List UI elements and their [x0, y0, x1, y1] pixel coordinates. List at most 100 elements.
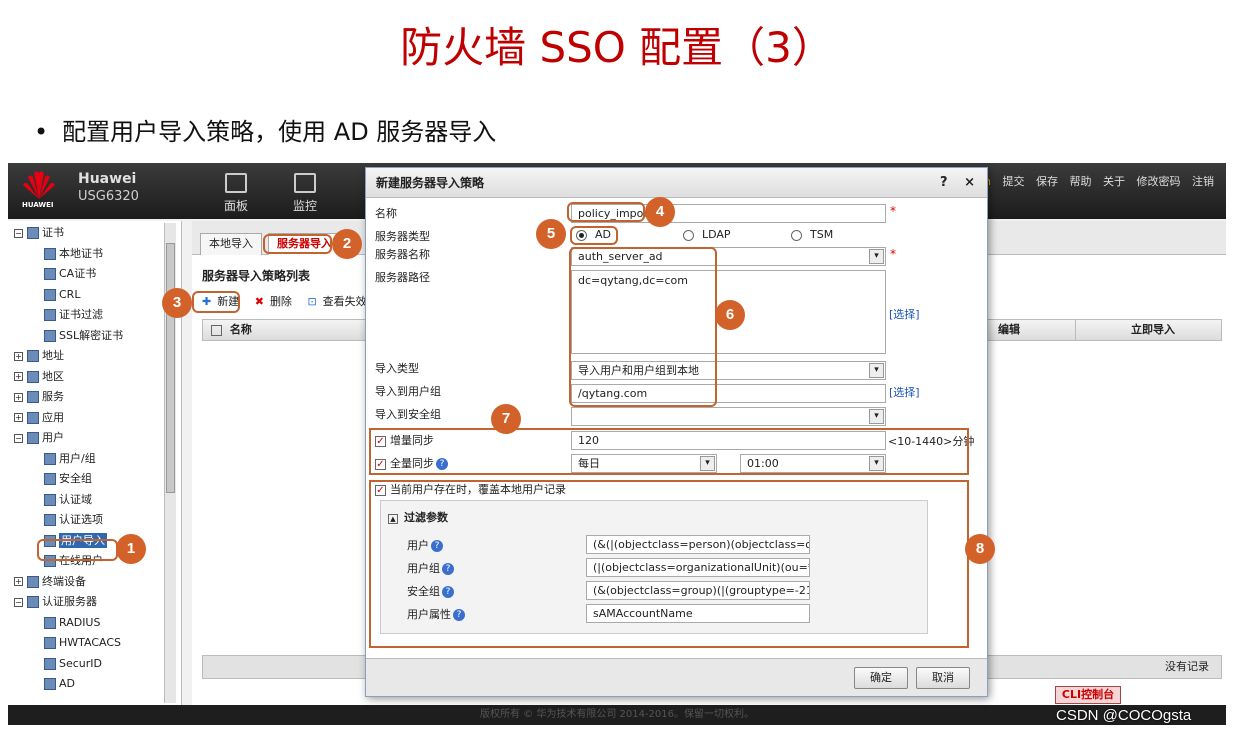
tree-item[interactable]: + 地区 [8, 367, 181, 388]
chevron-down-icon: ▾ [869, 456, 884, 471]
delete-button[interactable]: ✖ 删除 [255, 295, 298, 308]
filter-input[interactable]: (&(objectclass=group)(|(grouptype=-21474… [586, 581, 810, 600]
tab-server-import[interactable]: 服务器导入 [268, 233, 341, 255]
help-icon[interactable]: ? [436, 458, 448, 470]
tree-item[interactable]: SSL解密证书 [8, 326, 181, 347]
help-icon[interactable]: ? [453, 609, 465, 621]
top-link-change-password[interactable]: 修改密码 [1137, 175, 1181, 188]
tab-local-import[interactable]: 本地导入 [200, 233, 262, 255]
collapse-icon[interactable]: − [14, 597, 23, 607]
close-icon[interactable]: × [964, 175, 975, 190]
import-type-select[interactable]: 导入用户和用户组到本地 ▾ [571, 361, 886, 380]
help-icon[interactable]: ? [940, 175, 948, 190]
filter-label: 安全组? [407, 583, 454, 599]
dashboard-icon [225, 173, 247, 193]
cancel-button[interactable]: 取消 [916, 667, 970, 689]
tree-item-label: 证书过滤 [59, 308, 103, 321]
import-group-select-link[interactable]: [选择] [889, 384, 920, 400]
tree-item-label: 认证选项 [59, 513, 103, 526]
tree-node-icon [27, 391, 39, 403]
top-link-about[interactable]: 关于 [1103, 175, 1125, 188]
cli-console-button[interactable]: CLI控制台 [1055, 686, 1121, 704]
radio-ad[interactable]: AD [576, 228, 611, 241]
expand-icon[interactable]: + [14, 351, 23, 361]
tree-item[interactable]: 用户导入 [8, 531, 181, 552]
name-input[interactable]: policy_import [571, 204, 886, 223]
help-icon[interactable]: ? [431, 540, 443, 552]
radio-ldap[interactable]: LDAP [683, 228, 731, 241]
overwrite-checkbox[interactable]: ✓ 当前用户存在时，覆盖本地用户记录 [375, 481, 566, 497]
scrollbar-thumb[interactable] [166, 243, 175, 493]
tree-item[interactable]: CRL [8, 285, 181, 306]
new-button[interactable]: ✚ 新建 [202, 295, 245, 308]
tree-item[interactable]: RADIUS [8, 613, 181, 634]
tree-node-icon [44, 473, 56, 485]
inc-sync-checkbox[interactable]: ✓ 增量同步 [375, 432, 434, 448]
filter-input[interactable]: sAMAccountName [586, 604, 810, 623]
tree-node-icon [27, 370, 39, 383]
step-badge-1: 1 [116, 534, 146, 564]
delete-icon: ✖ [254, 295, 264, 308]
collapse-icon[interactable]: − [14, 228, 23, 238]
chevron-down-icon: ▾ [869, 249, 884, 264]
tree-item[interactable]: 本地证书 [8, 244, 181, 265]
tree-item[interactable]: 认证选项 [8, 510, 181, 531]
select-all-checkbox[interactable] [211, 324, 222, 336]
help-icon[interactable]: ? [442, 586, 454, 598]
inc-sync-input[interactable]: 120 [571, 431, 886, 450]
top-link-logout[interactable]: 注销 [1192, 175, 1214, 188]
nav-dashboard[interactable]: 面板 [211, 173, 261, 214]
import-type-label: 导入类型 [375, 362, 419, 375]
expand-icon[interactable]: + [14, 413, 23, 422]
checkbox-checked-icon: ✓ [375, 458, 386, 470]
tree-item[interactable]: 安全组 [8, 469, 181, 490]
tree-item[interactable]: 证书过滤 [8, 305, 181, 326]
radio-ldap-icon [683, 229, 694, 241]
step-badge-2: 2 [332, 229, 362, 259]
top-link-help[interactable]: 帮助 [1070, 175, 1092, 188]
tree-item[interactable]: + 终端设备 [8, 572, 181, 593]
tree-item[interactable]: − 用户 [8, 428, 181, 449]
expand-icon[interactable]: + [14, 392, 23, 402]
tree-item[interactable]: 用户/组 [8, 449, 181, 470]
expand-icon[interactable]: + [14, 372, 23, 381]
expand-icon[interactable]: + [14, 577, 23, 586]
tree-item[interactable]: − 证书 [8, 223, 181, 244]
tree-item[interactable]: + 应用 [8, 408, 181, 429]
filter-input[interactable]: (|(objectclass=organizationalUnit)(ou=*)… [586, 558, 810, 577]
tree-item[interactable]: 在线用户 [8, 551, 181, 572]
full-sync-checkbox[interactable]: ✓ 全量同步? [375, 455, 448, 471]
filter-input[interactable]: (&(|(objectclass=person)(objectclass=org… [586, 535, 810, 554]
radio-tsm[interactable]: TSM [791, 228, 833, 241]
collapse-icon[interactable]: − [14, 433, 23, 443]
tree-item[interactable]: CA证书 [8, 264, 181, 285]
help-icon[interactable]: ? [442, 563, 454, 575]
ok-button[interactable]: 确定 [854, 667, 908, 689]
server-name-select[interactable]: auth_server_ad ▾ [571, 247, 886, 266]
tree-item-label: 用户 [42, 431, 64, 444]
tree-node-icon [44, 247, 56, 260]
full-sync-freq-select[interactable]: 每日 ▾ [571, 454, 717, 473]
plus-icon: ✚ [202, 295, 212, 308]
filter-params-toggle[interactable]: ▲ 过滤参数 [388, 509, 448, 525]
full-sync-time-select[interactable]: 01:00 ▾ [740, 454, 886, 473]
tree-node-icon [44, 534, 56, 547]
dialog-controls: ? × [940, 168, 975, 198]
tree-item[interactable]: AD [8, 674, 181, 695]
tree-node-icon [44, 637, 56, 649]
server-path-select-link[interactable]: [选择] [889, 306, 920, 322]
tree-item[interactable]: + 服务 [8, 387, 181, 408]
top-link-commit[interactable]: 提交 [1003, 175, 1025, 188]
tree-node-icon [44, 555, 56, 567]
tree-item[interactable]: − 认证服务器 [8, 592, 181, 613]
tree-item[interactable]: HWTACACS [8, 633, 181, 654]
tree-item[interactable]: + 地址 [8, 346, 181, 367]
brand-name: Huawei [78, 171, 137, 187]
import-secgroup-select[interactable]: ▾ [571, 407, 886, 426]
top-link-save[interactable]: 保存 [1036, 175, 1058, 188]
import-group-input[interactable]: /qytang.com [571, 384, 886, 403]
nav-monitor[interactable]: 监控 [280, 173, 330, 214]
tree-item[interactable]: 认证域 [8, 490, 181, 511]
tree-item-label: 安全组 [59, 472, 92, 485]
tree-item[interactable]: SecurID [8, 654, 181, 675]
